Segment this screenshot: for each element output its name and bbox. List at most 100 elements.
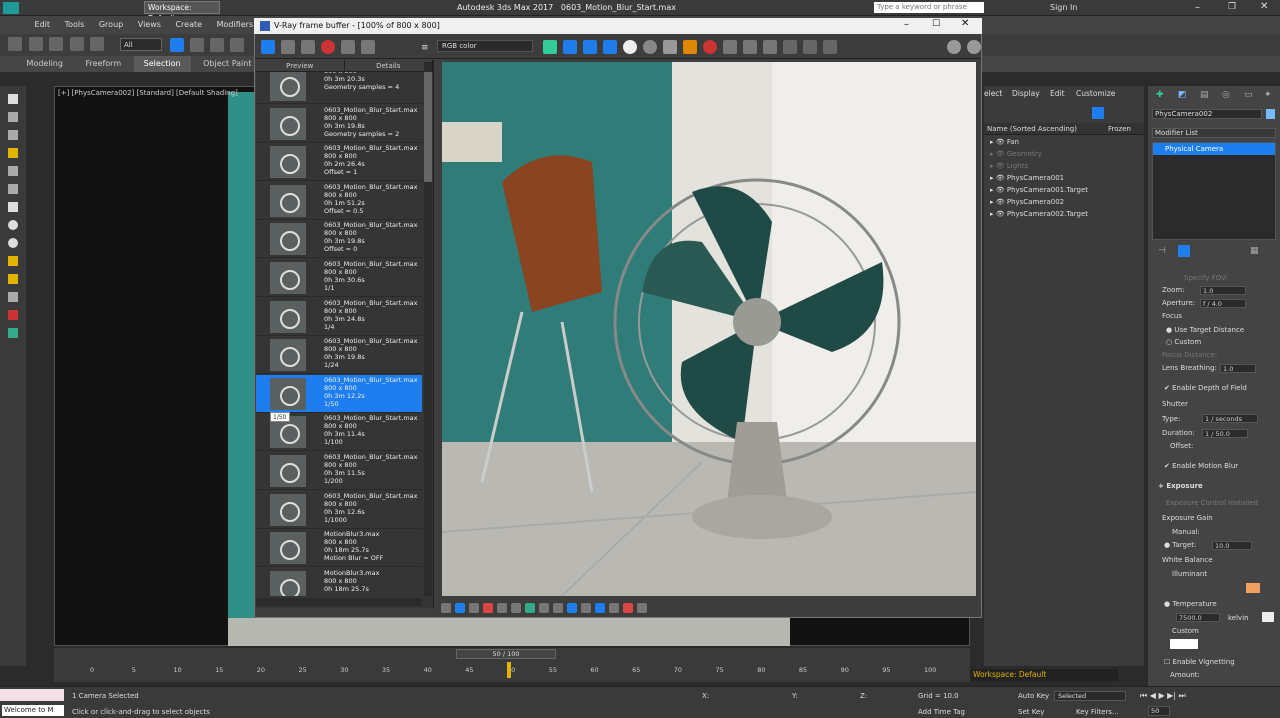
custom-wb-color-swatch[interactable] [1170,639,1198,649]
tool-icon-1[interactable] [8,94,18,104]
channel-dropdown[interactable]: RGB color [437,40,533,52]
history-item[interactable]: 0603_Motion_Blur_Start.max 800 x 800 0h 3m… [256,374,422,413]
menu-edit[interactable]: Edit [35,16,51,34]
scene-item[interactable]: ▸ 👁 Lights [990,162,1028,170]
history-hscrollbar[interactable] [256,598,422,606]
tab-modeling[interactable]: Modeling [17,56,73,72]
sphere-icon[interactable] [8,220,18,230]
vfb-close-icon[interactable]: ✕ [961,18,969,29]
light-icon[interactable] [8,256,18,266]
show-end-result-icon[interactable] [1178,245,1190,257]
srgb-icon[interactable] [567,603,577,613]
temperature-radio[interactable]: ● Temperature [1164,600,1217,608]
app-logo-icon[interactable] [3,2,19,14]
visibility-icon[interactable]: ▸ 👁 [990,186,1007,194]
blue-channel-icon[interactable] [603,40,617,54]
search-input[interactable]: Type a keyword or phrase [874,2,984,13]
undo-icon[interactable] [8,37,22,51]
filter-icon[interactable] [1092,107,1104,119]
maximize-icon[interactable]: ❐ [1228,2,1236,12]
unlink-icon[interactable] [69,37,84,51]
scene-menu-customize[interactable]: Customize [1076,89,1115,98]
scene-item[interactable]: ▸ 👁 PhysCamera002.Target [990,210,1088,218]
time-cursor[interactable] [507,662,511,678]
tab-selection[interactable]: Selection [133,56,191,72]
link-to-vfb-icon[interactable] [763,40,777,54]
key-selection-dropdown[interactable]: Selected [1054,691,1126,701]
menu-lines-icon[interactable]: ≡ [421,43,429,53]
stop-render-icon[interactable] [803,40,817,54]
object-name-field[interactable]: PhysCamera002 [1152,109,1262,119]
object-color-swatch[interactable] [1266,109,1275,119]
visibility-icon[interactable]: ▸ 👁 [990,138,1007,146]
green-channel-icon[interactable] [583,40,597,54]
modify-tab-icon[interactable]: ◩ [1178,90,1187,100]
selection-filter-dropdown[interactable]: All [120,38,162,51]
history-item[interactable]: 0603_Motion_Blur_Start.max 800 x 800 0h 3m… [256,297,422,336]
tool-icon-12[interactable] [8,292,18,302]
vfb-maximize-icon[interactable]: ☐ [932,19,940,29]
hierarchy-tab-icon[interactable]: ▤ [1200,90,1209,100]
history-item[interactable]: 0603_Motion_Blur_Start.max 800 x 800 0h 3m… [256,259,422,297]
icc-icon[interactable] [553,603,563,613]
lens-breathing-field[interactable]: 1.0 [1220,364,1256,373]
time-slider[interactable]: 50 / 100 [456,649,556,659]
history-item[interactable]: 0603_Motion_Blur_Start.max 800 x 800 0h 3m… [256,490,422,529]
save-image-icon[interactable] [663,40,677,54]
tool-icon-2[interactable] [8,112,18,122]
settings-icon[interactable] [967,40,981,54]
curve-icon[interactable] [511,603,521,613]
visibility-icon[interactable]: ▸ 👁 [990,162,1007,170]
scene-item[interactable]: ▸ 👁 Fan [990,138,1019,146]
lut-icon[interactable] [525,603,535,613]
hsl-icon[interactable] [483,603,493,613]
menu-group[interactable]: Group [99,16,123,34]
illuminant-color-swatch[interactable] [1246,583,1260,593]
stack-item-physical-camera[interactable]: Physical Camera [1153,143,1275,155]
history-item[interactable]: MotionBlur3.max 800 x 800 0h 18m 25.7s Moti… [256,529,422,568]
temperature-field[interactable]: 7500.0 [1176,613,1220,622]
modifier-list-dropdown[interactable]: Modifier List [1152,128,1276,138]
history-column-preview[interactable]: Preview [256,60,345,71]
scene-column-name[interactable]: Name (Sorted Ascending) [987,125,1077,133]
link-icon[interactable] [49,37,64,51]
workspace-selector[interactable]: Workspace: Default [970,669,1118,681]
compare-icon[interactable] [361,40,375,54]
rendered-image[interactable] [442,62,976,596]
history-column-details[interactable]: Details [345,60,433,71]
enable-dof-checkbox[interactable]: ✔ Enable Depth of Field [1164,384,1247,392]
teapot-icon[interactable] [947,40,961,54]
red-channel-icon[interactable] [563,40,577,54]
history-item[interactable]: 800 x 8000h 3m 20.3sGeometry samples = 4 [256,72,422,104]
duration-field[interactable]: 1 / 50.0 [1202,429,1248,438]
select-by-name-icon[interactable] [190,38,204,52]
history-item[interactable]: 0603_Motion_Blur_Start.max 800 x 800 0h 1m… [256,181,422,220]
manual-radio[interactable]: Manual: [1172,528,1200,536]
illuminant-radio[interactable]: Illuminant [1172,570,1207,578]
history-toggle-icon[interactable] [261,40,275,54]
visibility-icon[interactable]: ▸ 👁 [990,198,1007,206]
scene-column-frozen[interactable]: Frozen [1108,125,1131,133]
timeline-ruler[interactable]: 0 5 10 15 20 25 30 35 40 45 50 55 60 65 70 75 80 85 90 95 10… [90,666,936,678]
maxscript-mini-listener[interactable] [0,689,64,701]
stereo-icon[interactable] [595,603,605,613]
duplicate-icon[interactable] [723,40,737,54]
scene-menu-edit[interactable]: Edit [1050,89,1065,98]
history-item[interactable]: 0603_Motion_Blur_Start.max 800 x 800 0h 3m… [256,452,422,490]
alpha-channel-icon[interactable] [623,40,637,54]
utilities-tab-icon[interactable]: ✦ [1264,90,1272,100]
history-item[interactable]: 0603_Motion_Blur_Start.max 800 x 800 0h 3m… [256,220,422,259]
exposure-icon[interactable] [455,603,465,613]
scene-item[interactable]: ▸ 👁 Geometry [990,150,1042,158]
ocio-icon[interactable] [539,603,549,613]
auto-key-button[interactable]: Auto Key [1018,692,1049,700]
tab-object-paint[interactable]: Object Paint [193,56,261,72]
display-correction-icon[interactable] [637,603,647,613]
history-item[interactable]: 0603_Motion_Blur_Start.max 800 x 800 0h 2m… [256,143,422,182]
save-all-icon[interactable] [301,40,315,54]
select-object-icon[interactable] [170,38,184,52]
visibility-icon[interactable]: ▸ 👁 [990,150,1007,158]
scene-menu-select[interactable]: elect [984,89,1002,98]
white-balance-icon[interactable] [469,603,479,613]
menu-views[interactable]: Views [138,16,161,34]
